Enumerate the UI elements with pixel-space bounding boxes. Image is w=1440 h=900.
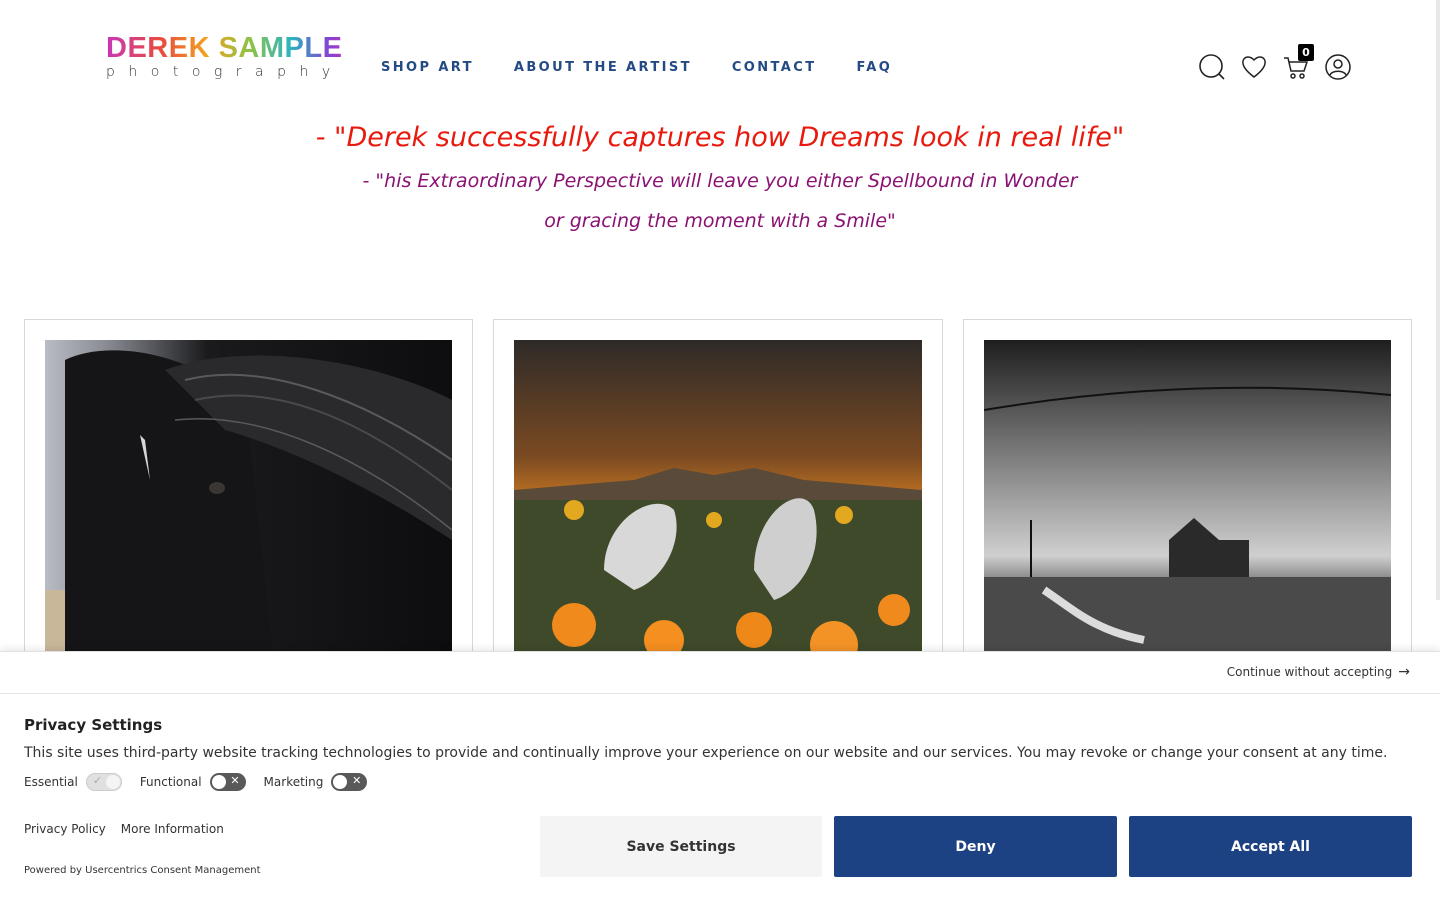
dogs-sunset-photo[interactable] xyxy=(514,340,922,672)
search-icon[interactable] xyxy=(1198,52,1226,82)
consent-top-row: Continue without accepting → xyxy=(0,652,1440,694)
cart-icon[interactable]: 0 xyxy=(1282,44,1314,82)
accept-all-button[interactable]: Accept All xyxy=(1129,816,1412,877)
arrow-right-icon: → xyxy=(1398,664,1410,680)
deny-button[interactable]: Deny xyxy=(834,816,1117,877)
heart-icon[interactable] xyxy=(1240,52,1268,82)
x-icon: ✕ xyxy=(352,774,362,787)
toggle-functional-group: Functional ✕ xyxy=(140,773,246,791)
site-logo[interactable]: DEREK SAMPLE photography xyxy=(106,34,356,84)
toggle-essential: ✓ xyxy=(85,773,122,791)
quote-line-3: or gracing the moment with a Smile" xyxy=(544,210,896,232)
quote-line-2: - "his Extraordinary Perspective will le… xyxy=(362,170,1078,192)
consent-toggles: Essential ✓ Functional ✕ Marketing ✕ xyxy=(24,773,368,791)
save-settings-button[interactable]: Save Settings xyxy=(540,816,822,877)
scrollbar[interactable] xyxy=(1436,0,1440,600)
toggle-essential-label: Essential xyxy=(24,775,78,789)
site-header: DEREK SAMPLE photography SHOP ART ABOUT … xyxy=(0,0,1440,110)
horse-photo[interactable] xyxy=(45,340,452,672)
x-icon: ✕ xyxy=(230,774,240,787)
farmhouse-storm-photo[interactable] xyxy=(984,340,1391,672)
nav-contact[interactable]: CONTACT xyxy=(732,60,817,75)
privacy-settings-title: Privacy Settings xyxy=(24,716,163,734)
powered-by-text: Powered by Usercentrics Consent Manageme… xyxy=(24,865,261,876)
toggle-marketing-label: Marketing xyxy=(263,775,324,789)
main-nav: SHOP ART ABOUT THE ARTIST CONTACT FAQ xyxy=(381,60,892,75)
continue-label: Continue without accepting xyxy=(1226,665,1393,679)
logo-subtitle: photography xyxy=(106,64,344,80)
more-information-link[interactable]: More Information xyxy=(121,822,224,836)
cart-count-badge: 0 xyxy=(1298,44,1314,61)
toggle-essential-group: Essential ✓ xyxy=(24,773,122,791)
consent-banner: Continue without accepting → Privacy Set… xyxy=(0,651,1440,900)
logo-title: DEREK SAMPLE xyxy=(106,34,356,63)
toggle-marketing-group: Marketing ✕ xyxy=(264,773,368,791)
header-icons: 0 xyxy=(1198,44,1352,82)
check-icon: ✓ xyxy=(92,774,103,787)
continue-without-accepting-link[interactable]: Continue without accepting → xyxy=(1227,664,1410,680)
toggle-functional-label: Functional xyxy=(139,775,202,789)
nav-faq[interactable]: FAQ xyxy=(856,60,892,75)
consent-links: Privacy Policy More Information xyxy=(24,822,224,836)
toggle-marketing[interactable]: ✕ xyxy=(331,773,368,791)
toggle-functional[interactable]: ✕ xyxy=(209,773,246,791)
privacy-description: This site uses third-party website track… xyxy=(24,745,1388,761)
quote-line-1: - "Derek successfully captures how Dream… xyxy=(315,122,1125,153)
nav-about-the-artist[interactable]: ABOUT THE ARTIST xyxy=(514,60,692,75)
privacy-policy-link[interactable]: Privacy Policy xyxy=(24,822,106,836)
user-icon[interactable] xyxy=(1324,52,1352,82)
nav-shop-art[interactable]: SHOP ART xyxy=(381,60,474,75)
